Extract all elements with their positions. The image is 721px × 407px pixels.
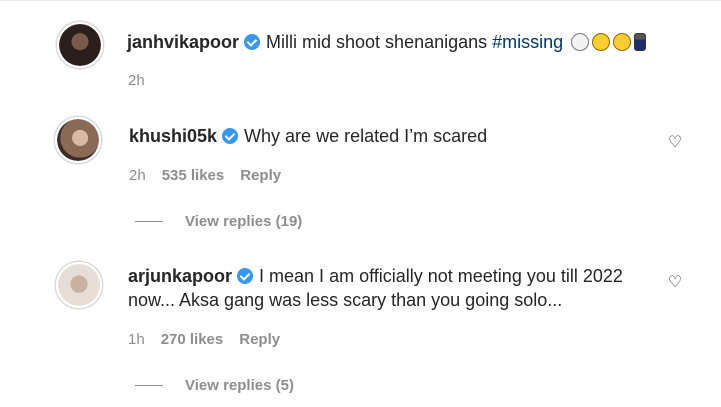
verified-badge-icon xyxy=(222,128,239,144)
avatar[interactable] xyxy=(57,22,103,68)
comment-text: Why are we related I’m scared xyxy=(244,126,488,146)
comment-text-line-1: I mean I am officially not meeting you t… xyxy=(259,266,623,286)
hashtag-link[interactable]: #missing xyxy=(492,32,563,52)
avatar[interactable] xyxy=(56,262,102,308)
person-in-suit-icon xyxy=(634,33,647,51)
reply-button[interactable]: Reply xyxy=(239,331,280,348)
reply-button[interactable]: Reply xyxy=(240,167,281,184)
verified-badge-icon xyxy=(244,34,261,50)
smirking-face-icon xyxy=(613,33,632,51)
likes-count[interactable]: 270 likes xyxy=(161,331,224,348)
divider-dash xyxy=(135,385,163,386)
caption-line: janhvikapoor Milli mid shoot shenanigans … xyxy=(127,30,647,54)
username-link[interactable]: khushi05k xyxy=(129,126,217,146)
comment-meta: 1h 270 likes Reply xyxy=(128,331,280,349)
comment-meta: 2h 535 likes Reply xyxy=(129,167,281,185)
avatar[interactable] xyxy=(55,117,101,163)
caption-text: Milli mid shoot shenanigans xyxy=(266,32,488,52)
view-replies-label: View replies (19) xyxy=(185,213,303,230)
top-divider xyxy=(0,0,721,1)
profile-photo xyxy=(57,119,99,161)
view-replies-button[interactable]: View replies (19) xyxy=(135,213,302,231)
username-link[interactable]: janhvikapoor xyxy=(127,32,239,52)
comment-line: arjunkapoor I mean I am officially not me… xyxy=(128,264,623,288)
profile-photo xyxy=(59,24,101,66)
username-link[interactable]: arjunkapoor xyxy=(128,266,232,286)
comment-text-line-2: now... Aksa gang was less scary than you… xyxy=(128,290,563,310)
like-heart-icon[interactable]: ♡ xyxy=(666,274,684,292)
heart-eyes-face-icon xyxy=(592,33,611,51)
divider-dash xyxy=(135,221,163,222)
comment-line: khushi05k Why are we related I’m scared xyxy=(129,124,487,148)
verified-badge-icon xyxy=(237,268,254,284)
timestamp[interactable]: 1h xyxy=(128,331,145,348)
timestamp[interactable]: 2h xyxy=(128,72,145,89)
like-heart-icon[interactable]: ♡ xyxy=(666,134,684,152)
likes-count[interactable]: 535 likes xyxy=(162,167,225,184)
caption-meta: 2h xyxy=(128,72,145,90)
timestamp[interactable]: 2h xyxy=(129,167,146,184)
view-replies-label: View replies (5) xyxy=(185,377,294,394)
clown-face-icon xyxy=(571,33,590,51)
view-replies-button[interactable]: View replies (5) xyxy=(135,377,294,395)
profile-photo xyxy=(58,264,100,306)
